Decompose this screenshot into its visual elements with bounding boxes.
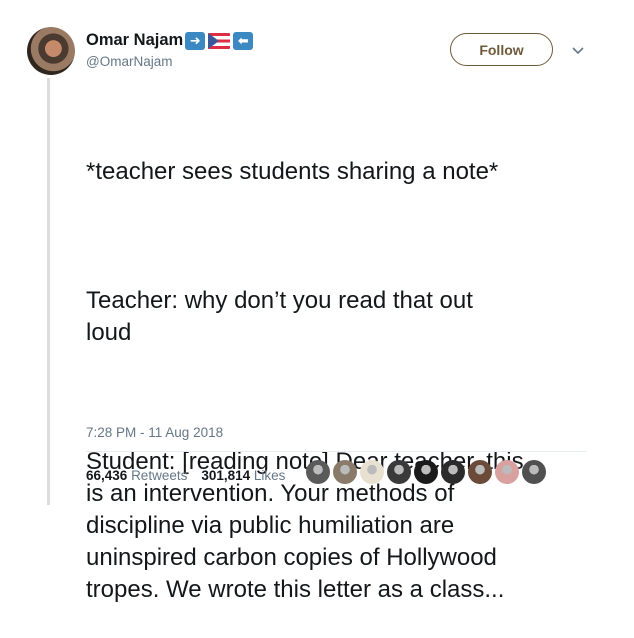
tweet-text: *teacher sees students sharing a note* T… xyxy=(86,92,606,638)
puerto-rico-flag-icon xyxy=(208,32,231,49)
liker-avatar[interactable] xyxy=(468,460,492,484)
liker-avatar[interactable] xyxy=(360,460,384,484)
follow-button[interactable]: Follow xyxy=(450,33,553,66)
liker-avatar[interactable] xyxy=(441,460,465,484)
liker-avatar[interactable] xyxy=(387,460,411,484)
chevron-down-icon[interactable] xyxy=(571,43,585,57)
tweet-stats: 66,436 Retweets 301,814 Likes xyxy=(86,468,285,483)
arrow-left-icon: ⬅ xyxy=(233,31,254,50)
tweet-paragraph-2: Teacher: why don’t you read that out lou… xyxy=(86,287,473,346)
divider xyxy=(86,451,586,452)
liker-avatar[interactable] xyxy=(495,460,519,484)
liker-avatar[interactable] xyxy=(522,460,546,484)
author-name[interactable]: Omar Najam ➜ ⬅ xyxy=(86,31,254,50)
retweets-stat[interactable]: 66,436 Retweets xyxy=(86,468,187,483)
tweet-paragraph-1: *teacher sees students sharing a note* xyxy=(86,158,499,185)
likes-stat[interactable]: 301,814 Likes xyxy=(201,468,285,483)
liker-avatar[interactable] xyxy=(414,460,438,484)
avatar[interactable] xyxy=(27,27,75,75)
author-handle[interactable]: @OmarNajam xyxy=(86,54,172,69)
thread-connector-line xyxy=(47,78,50,505)
tweet-timestamp[interactable]: 7:28 PM - 11 Aug 2018 xyxy=(86,425,223,440)
liker-avatar[interactable] xyxy=(306,460,330,484)
author-name-text: Omar Najam xyxy=(86,31,184,49)
arrow-right-icon: ➜ xyxy=(185,31,206,50)
liker-avatar[interactable] xyxy=(333,460,357,484)
liker-avatars xyxy=(306,460,546,484)
